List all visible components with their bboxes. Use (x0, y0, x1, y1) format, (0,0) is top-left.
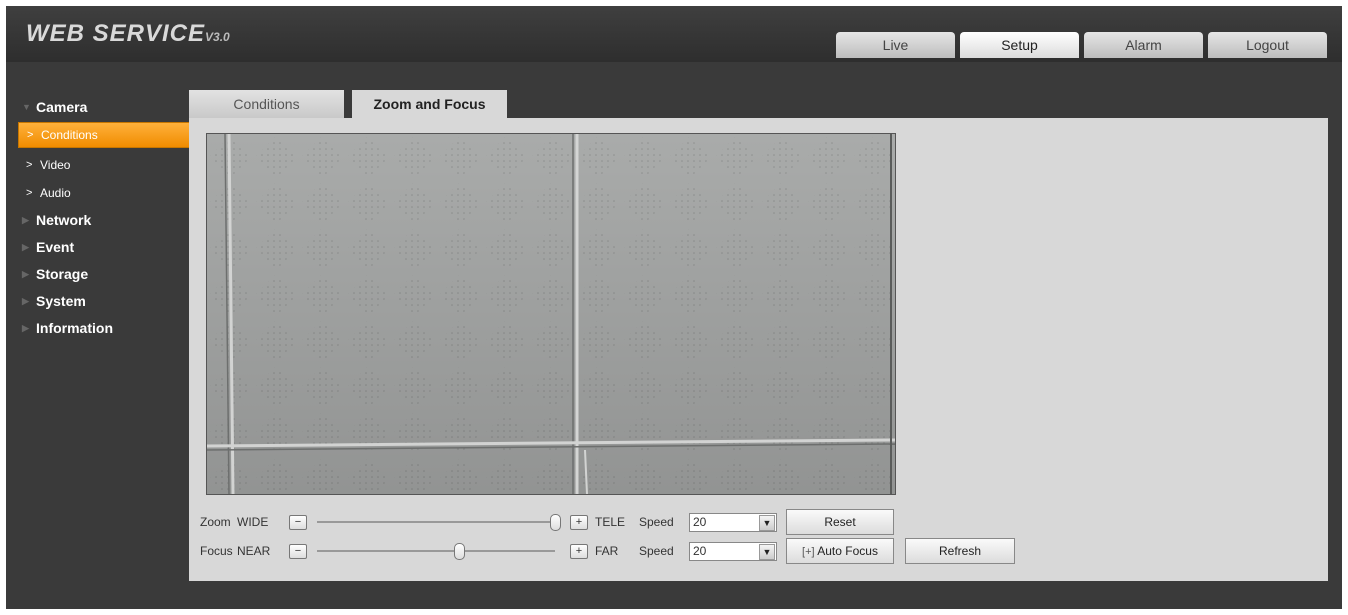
sidebar-group-label: Event (36, 239, 75, 255)
sidebar-group-information[interactable]: ▶ Information (18, 315, 190, 342)
focus-speed-select[interactable]: 20 ▼ (689, 542, 777, 561)
sidebar-group-system[interactable]: ▶ System (18, 288, 190, 315)
logo: WEB SERVICEV3.0 (26, 20, 230, 48)
focus-near-label: NEAR (237, 544, 271, 558)
zoom-slider-handle[interactable] (549, 514, 561, 531)
reset-button[interactable]: Reset (786, 509, 894, 535)
sidebar-item-audio[interactable]: > Audio (18, 179, 190, 207)
dropdown-arrow-icon: ▼ (759, 544, 775, 560)
zoom-focus-panel: Zoom WIDE − + TELE Speed 20 ▼ Reset Focu… (189, 118, 1328, 581)
zoom-speed-value: 20 (693, 515, 707, 529)
nav-live-tab[interactable]: Live (836, 32, 955, 58)
sidebar-group-storage[interactable]: ▶ Storage (18, 261, 190, 288)
collapsed-triangle-icon: ▶ (22, 269, 29, 279)
sidebar-group-event[interactable]: ▶ Event (18, 234, 190, 261)
tab-zoom-and-focus[interactable]: Zoom and Focus (352, 90, 507, 118)
chevron-right-icon: > (27, 129, 34, 141)
reset-button-label: Reset (824, 515, 856, 529)
collapsed-triangle-icon: ▶ (22, 215, 29, 225)
auto-focus-button-label: Auto Focus (817, 544, 878, 558)
nav-logout-tab[interactable]: Logout (1208, 32, 1327, 58)
sidebar-item-label: Audio (40, 186, 71, 200)
zoom-out-button[interactable]: − (289, 515, 307, 530)
sidebar-group-label: Information (36, 320, 113, 336)
focus-near-button[interactable]: − (289, 544, 307, 559)
video-frame-image (207, 134, 895, 494)
tab-conditions[interactable]: Conditions (189, 90, 344, 118)
live-video-preview (206, 133, 896, 495)
auto-focus-button[interactable]: [+] Auto Focus (786, 538, 894, 564)
content-area: Conditions Zoom and Focus Zoom WIDE − + … (189, 90, 1328, 581)
header: WEB SERVICEV3.0 Live Setup Alarm Logout (6, 6, 1342, 62)
zoom-slider-track[interactable] (317, 521, 555, 523)
sidebar-item-conditions[interactable]: > Conditions (18, 122, 190, 148)
collapsed-triangle-icon: ▶ (22, 296, 29, 306)
collapsed-triangle-icon: ▶ (22, 242, 29, 252)
nav-live-label: Live (882, 37, 909, 53)
refresh-button[interactable]: Refresh (905, 538, 1015, 564)
logo-text: WEB SERVICE (26, 20, 206, 47)
tab-label: Zoom and Focus (373, 96, 486, 112)
dropdown-arrow-icon: ▼ (759, 515, 775, 531)
app-frame: WEB SERVICEV3.0 Live Setup Alarm Logout … (6, 6, 1342, 609)
sidebar-group-label: Storage (36, 266, 89, 282)
focus-label: Focus (200, 544, 233, 558)
collapsed-triangle-icon: ▶ (22, 323, 29, 333)
chevron-right-icon: > (26, 187, 33, 199)
nav-setup-tab[interactable]: Setup (960, 32, 1079, 58)
sidebar-group-network[interactable]: ▶ Network (18, 207, 190, 234)
tab-label: Conditions (233, 96, 300, 112)
nav-alarm-label: Alarm (1125, 37, 1162, 53)
sidebar-item-label: Conditions (41, 128, 98, 142)
nav-alarm-tab[interactable]: Alarm (1084, 32, 1203, 58)
sidebar-group-label: System (36, 293, 86, 309)
sidebar-group-label: Camera (36, 99, 88, 115)
chevron-right-icon: > (26, 159, 33, 171)
focus-slider-track[interactable] (317, 550, 555, 552)
focus-far-button[interactable]: + (570, 544, 588, 559)
expanded-triangle-icon: ▼ (22, 102, 31, 112)
zoom-label: Zoom (200, 515, 231, 529)
focus-speed-value: 20 (693, 544, 707, 558)
focus-speed-label: Speed (639, 544, 674, 558)
sidebar-item-label: Video (40, 158, 71, 172)
zoom-in-button[interactable]: + (570, 515, 588, 530)
zoom-wide-label: WIDE (237, 515, 269, 529)
sidebar-item-video[interactable]: > Video (18, 151, 190, 179)
nav-logout-label: Logout (1246, 37, 1289, 53)
zoom-speed-select[interactable]: 20 ▼ (689, 513, 777, 532)
refresh-button-label: Refresh (938, 544, 982, 558)
nav-setup-label: Setup (1001, 37, 1038, 53)
zoom-tele-label: TELE (595, 515, 626, 529)
focus-far-label: FAR (595, 544, 619, 558)
zoom-speed-label: Speed (639, 515, 674, 529)
logo-version: V3.0 (205, 30, 230, 44)
auto-focus-icon: [+] (802, 546, 815, 558)
sidebar-group-camera[interactable]: ▼ Camera (18, 94, 190, 121)
sidebar-group-label: Network (36, 212, 92, 228)
focus-slider-handle[interactable] (454, 543, 466, 560)
sidebar: ▼ Camera > Conditions > Video > Audio ▶ … (18, 94, 190, 342)
